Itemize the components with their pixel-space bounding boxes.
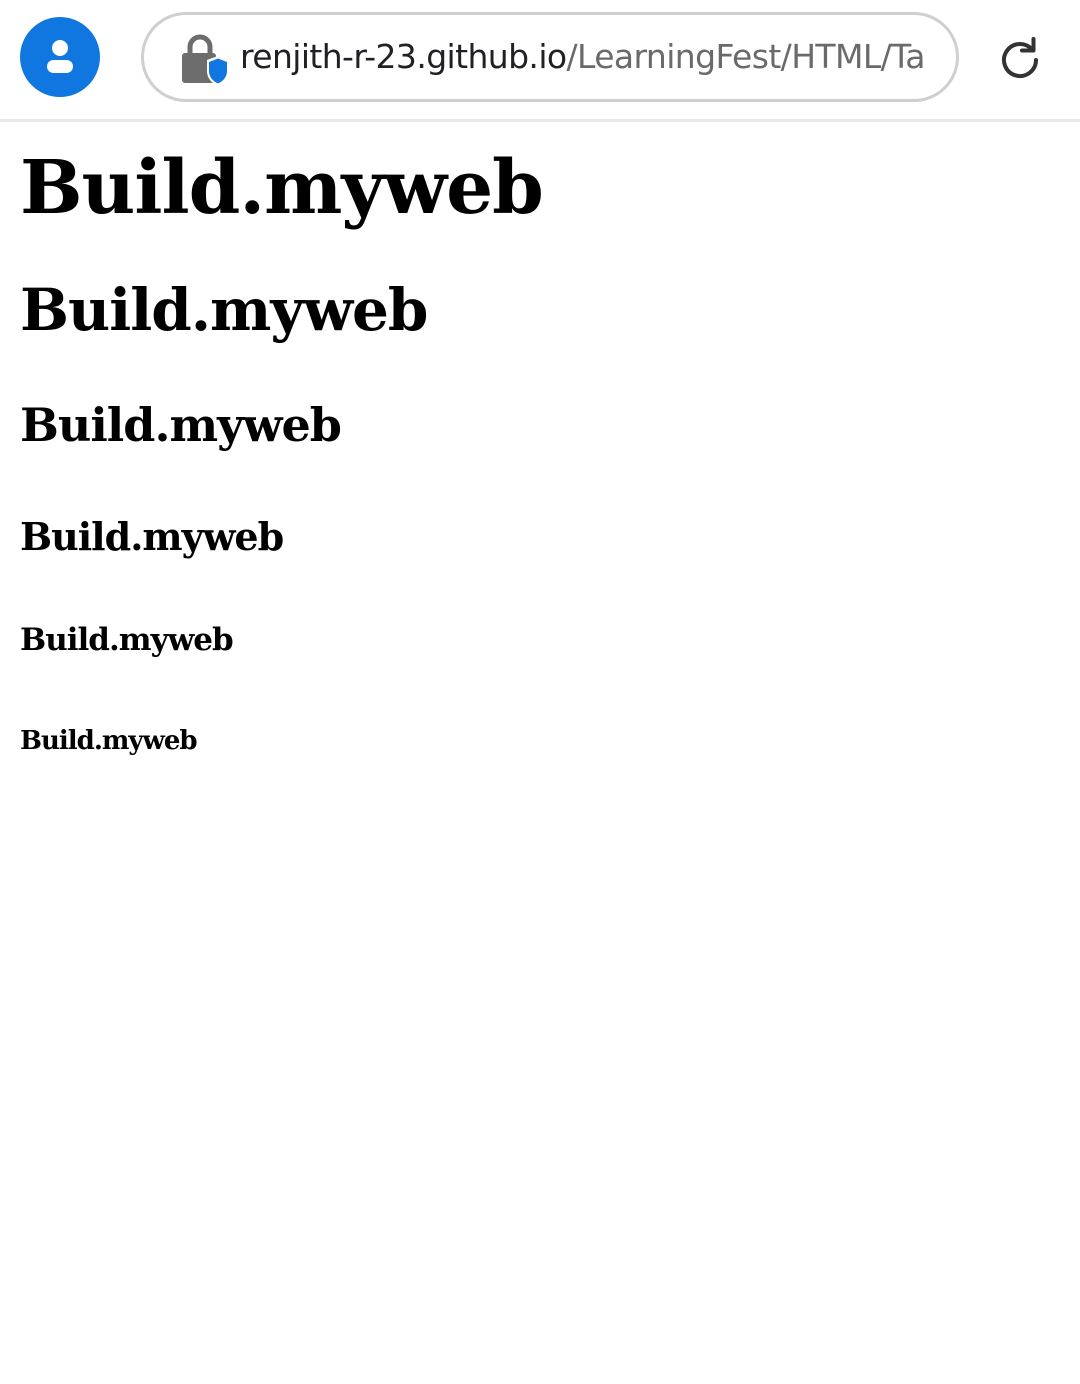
url-text[interactable]: renjith-r-23.github.io/LearningFest/HTML… bbox=[240, 15, 940, 99]
heading-h3: Build.myweb bbox=[20, 398, 342, 452]
lock-shield-icon[interactable] bbox=[178, 33, 230, 89]
account-circle-icon bbox=[47, 40, 73, 73]
reload-button[interactable] bbox=[990, 30, 1050, 90]
heading-h1: Build.myweb bbox=[20, 145, 544, 231]
address-bar[interactable]: renjith-r-23.github.io/LearningFest/HTML… bbox=[141, 12, 959, 102]
reload-icon bbox=[1002, 37, 1038, 78]
heading-h5: Build.myweb bbox=[20, 622, 234, 658]
browser-toolbar: renjith-r-23.github.io/LearningFest/HTML… bbox=[0, 0, 1080, 122]
heading-h4: Build.myweb bbox=[20, 514, 284, 559]
heading-h2: Build.myweb bbox=[20, 276, 428, 344]
url-host: renjith-r-23.github.io bbox=[240, 37, 567, 76]
profile-button[interactable] bbox=[20, 17, 100, 97]
page-content: Build.myweb Build.myweb Build.myweb Buil… bbox=[0, 146, 1080, 757]
url-path: /LearningFest/HTML/Ta bbox=[566, 37, 925, 76]
heading-h6: Build.myweb bbox=[20, 726, 198, 756]
